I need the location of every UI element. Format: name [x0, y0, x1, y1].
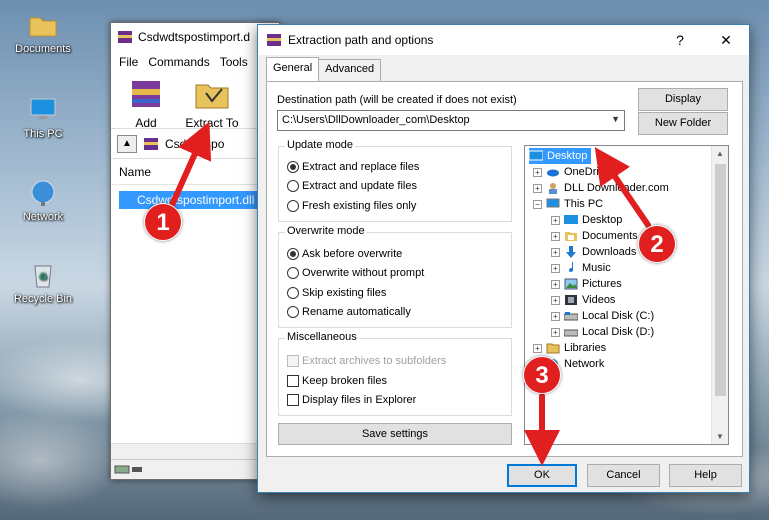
arrow-1 [169, 121, 212, 208]
annotation-badge-2: 2 [638, 225, 676, 263]
annotation-badge-1: 1 [144, 203, 182, 241]
arrow-2 [594, 147, 651, 228]
annotation-badge-3: 3 [523, 356, 561, 394]
